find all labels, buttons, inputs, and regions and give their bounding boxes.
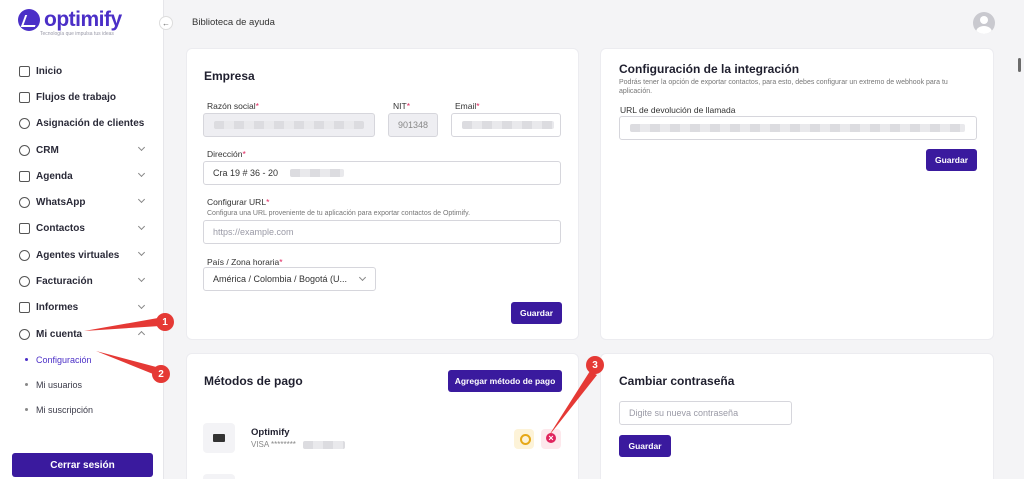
email-field[interactable]: [451, 113, 561, 137]
integracion-card: Configuración de la integración Podrás t…: [600, 48, 994, 340]
crm-icon: [19, 144, 30, 156]
sidebar-item-agentes[interactable]: Agentes virtuales: [0, 242, 164, 268]
billing-icon: [19, 276, 30, 288]
direccion-label: Dirección*: [207, 149, 246, 159]
sidebar-item-crm[interactable]: CRM: [0, 137, 164, 163]
sidebar-item-flujos[interactable]: Flujos de trabajo: [0, 84, 164, 110]
pagos-title: Métodos de pago: [204, 374, 303, 388]
sidebar-item-facturacion[interactable]: Facturación: [0, 268, 164, 294]
integracion-title: Configuración de la integración: [619, 62, 800, 76]
delete-payment-button[interactable]: [541, 429, 561, 449]
nit-field[interactable]: 901348: [388, 113, 438, 137]
whatsapp-icon: [19, 197, 30, 209]
reports-icon: [19, 302, 30, 314]
url-hint: Configura una URL proveniente de tu apli…: [207, 210, 471, 217]
logout-button[interactable]: Cerrar sesión: [12, 453, 153, 477]
callback-url-label: URL de devolución de llamada: [620, 105, 736, 115]
home-icon: [19, 65, 30, 77]
payment-card-number: VISA ********: [251, 440, 345, 449]
chevron-down-icon: [137, 222, 146, 230]
sidebar: optimify Tecnología que impulsa tus idea…: [0, 0, 164, 479]
set-default-button[interactable]: [514, 429, 534, 449]
razon-social-field[interactable]: [203, 113, 375, 137]
sidebar-item-whatsapp[interactable]: WhatsApp: [0, 189, 164, 215]
sidebar-item-informes[interactable]: Informes: [0, 295, 164, 321]
chevron-down-icon: [137, 170, 146, 178]
bot-icon: [19, 249, 30, 261]
password-save-button[interactable]: Guardar: [619, 435, 671, 457]
direccion-field[interactable]: Cra 19 # 36 - 20: [203, 161, 561, 185]
user-icon: [19, 328, 30, 340]
annotation-badge-2: 2: [152, 365, 170, 383]
pais-label: País / Zona horaria*: [207, 257, 283, 267]
empresa-title: Empresa: [204, 69, 255, 83]
integracion-hint: Podrás tener la opción de exportar conta…: [619, 79, 948, 95]
calendar-icon: [19, 170, 30, 182]
pais-select[interactable]: América / Colombia / Bogotá (U...: [203, 267, 376, 291]
bullet-icon: [25, 358, 28, 362]
email-label: Email*: [455, 101, 480, 111]
sidebar-subitem-suscripcion[interactable]: Mi suscripción: [0, 397, 164, 422]
url-input[interactable]: https://example.com: [203, 220, 561, 244]
brand-tagline: Tecnología que impulsa tus ideas: [40, 31, 114, 37]
sidebar-item-mi-cuenta[interactable]: Mi cuenta: [0, 321, 164, 347]
sidebar-item-asignacion[interactable]: Asignación de clientes: [0, 111, 164, 137]
sidebar-item-agenda[interactable]: Agenda: [0, 163, 164, 189]
callback-url-field[interactable]: [619, 116, 977, 140]
sidebar-nav: Inicio Flujos de trabajo Asignación de c…: [0, 58, 164, 422]
chevron-down-icon: [137, 196, 146, 204]
add-payment-button[interactable]: Agregar método de pago: [448, 370, 562, 392]
contacts-icon: [19, 223, 30, 235]
new-password-input[interactable]: Digite su nueva contraseña: [619, 401, 792, 425]
sidebar-item-inicio[interactable]: Inicio: [0, 58, 164, 84]
password-title: Cambiar contraseña: [619, 374, 735, 388]
url-label: Configurar URL*: [207, 197, 270, 207]
empresa-card: Empresa Razón social* NIT* 901348 Email*…: [186, 48, 579, 340]
chevron-down-icon: [137, 275, 146, 283]
optimify-logo-icon: [18, 9, 40, 31]
chevron-down-icon: [137, 249, 146, 257]
pagos-card: Métodos de pago Agregar método de pago O…: [186, 353, 579, 479]
workflow-icon: [19, 91, 30, 103]
chevron-down-icon: [137, 301, 146, 309]
razon-social-label: Razón social*: [207, 101, 259, 111]
integracion-save-button[interactable]: Guardar: [926, 149, 977, 171]
chevron-down-icon: [358, 273, 367, 282]
user-assign-icon: [19, 118, 30, 130]
sidebar-subitem-usuarios[interactable]: Mi usuarios: [0, 372, 164, 397]
chevron-down-icon: [137, 143, 146, 151]
credit-card-icon: [203, 423, 235, 453]
bullet-icon: [25, 383, 28, 387]
brand-name: optimify: [44, 8, 122, 31]
chevron-up-icon: [137, 330, 146, 339]
scrollbar[interactable]: [1018, 58, 1021, 72]
empresa-save-button[interactable]: Guardar: [511, 302, 562, 324]
collapse-sidebar-button[interactable]: ←: [159, 16, 173, 30]
password-card: Cambiar contraseña Digite su nueva contr…: [600, 353, 994, 479]
payment-card-name: Optimify: [251, 427, 290, 438]
annotation-badge-3: 3: [586, 356, 604, 374]
sidebar-subitem-configuracion[interactable]: Configuración: [0, 347, 164, 372]
logo[interactable]: optimify: [18, 8, 122, 32]
nit-label: NIT*: [393, 101, 411, 111]
annotation-badge-1: 1: [156, 313, 174, 331]
credit-card-icon: [203, 474, 235, 479]
breadcrumb[interactable]: Biblioteca de ayuda: [192, 17, 275, 28]
avatar[interactable]: [973, 12, 995, 34]
bullet-icon: [25, 408, 28, 412]
sidebar-item-contactos[interactable]: Contactos: [0, 216, 164, 242]
